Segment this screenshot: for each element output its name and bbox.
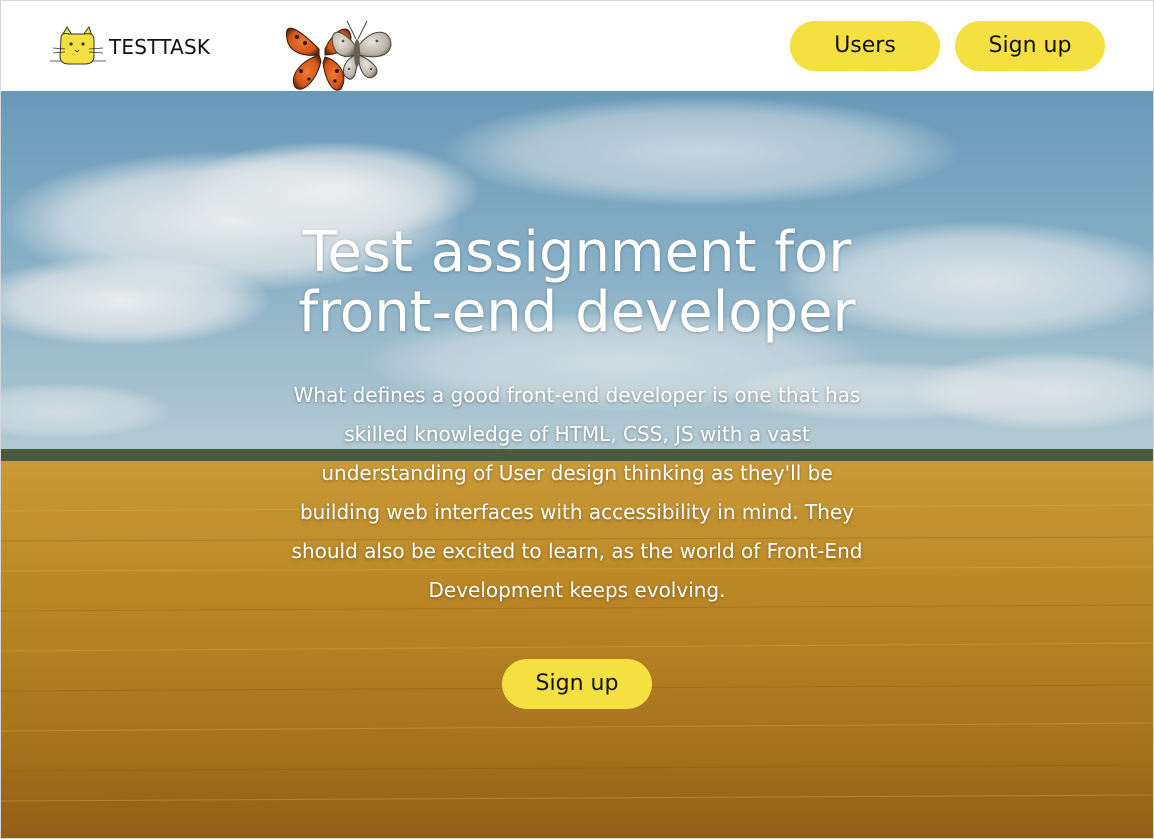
cat-logo-icon: [50, 26, 106, 65]
hero-signup-button[interactable]: Sign up: [502, 659, 652, 709]
top-header: TESTTASK Users Sign up: [1, 1, 1153, 91]
users-button[interactable]: Users: [790, 21, 940, 71]
butterfly-image: [285, 20, 392, 91]
logo-text: TESTTASK: [109, 35, 211, 59]
logo[interactable]: TESTTASK: [49, 26, 210, 66]
hero-description: What defines a good front-end developer …: [291, 383, 863, 602]
hero-title: Test assignment for front-end developer: [227, 223, 927, 343]
page: TESTTASK Users Sign up Test assignment f…: [0, 0, 1154, 839]
header-signup-button[interactable]: Sign up: [955, 21, 1105, 71]
hero-title-line-2: front-end developer: [298, 280, 856, 345]
hero-section: Test assignment for front-end developer …: [1, 91, 1153, 838]
hero-title-line-1: Test assignment for: [302, 220, 852, 285]
